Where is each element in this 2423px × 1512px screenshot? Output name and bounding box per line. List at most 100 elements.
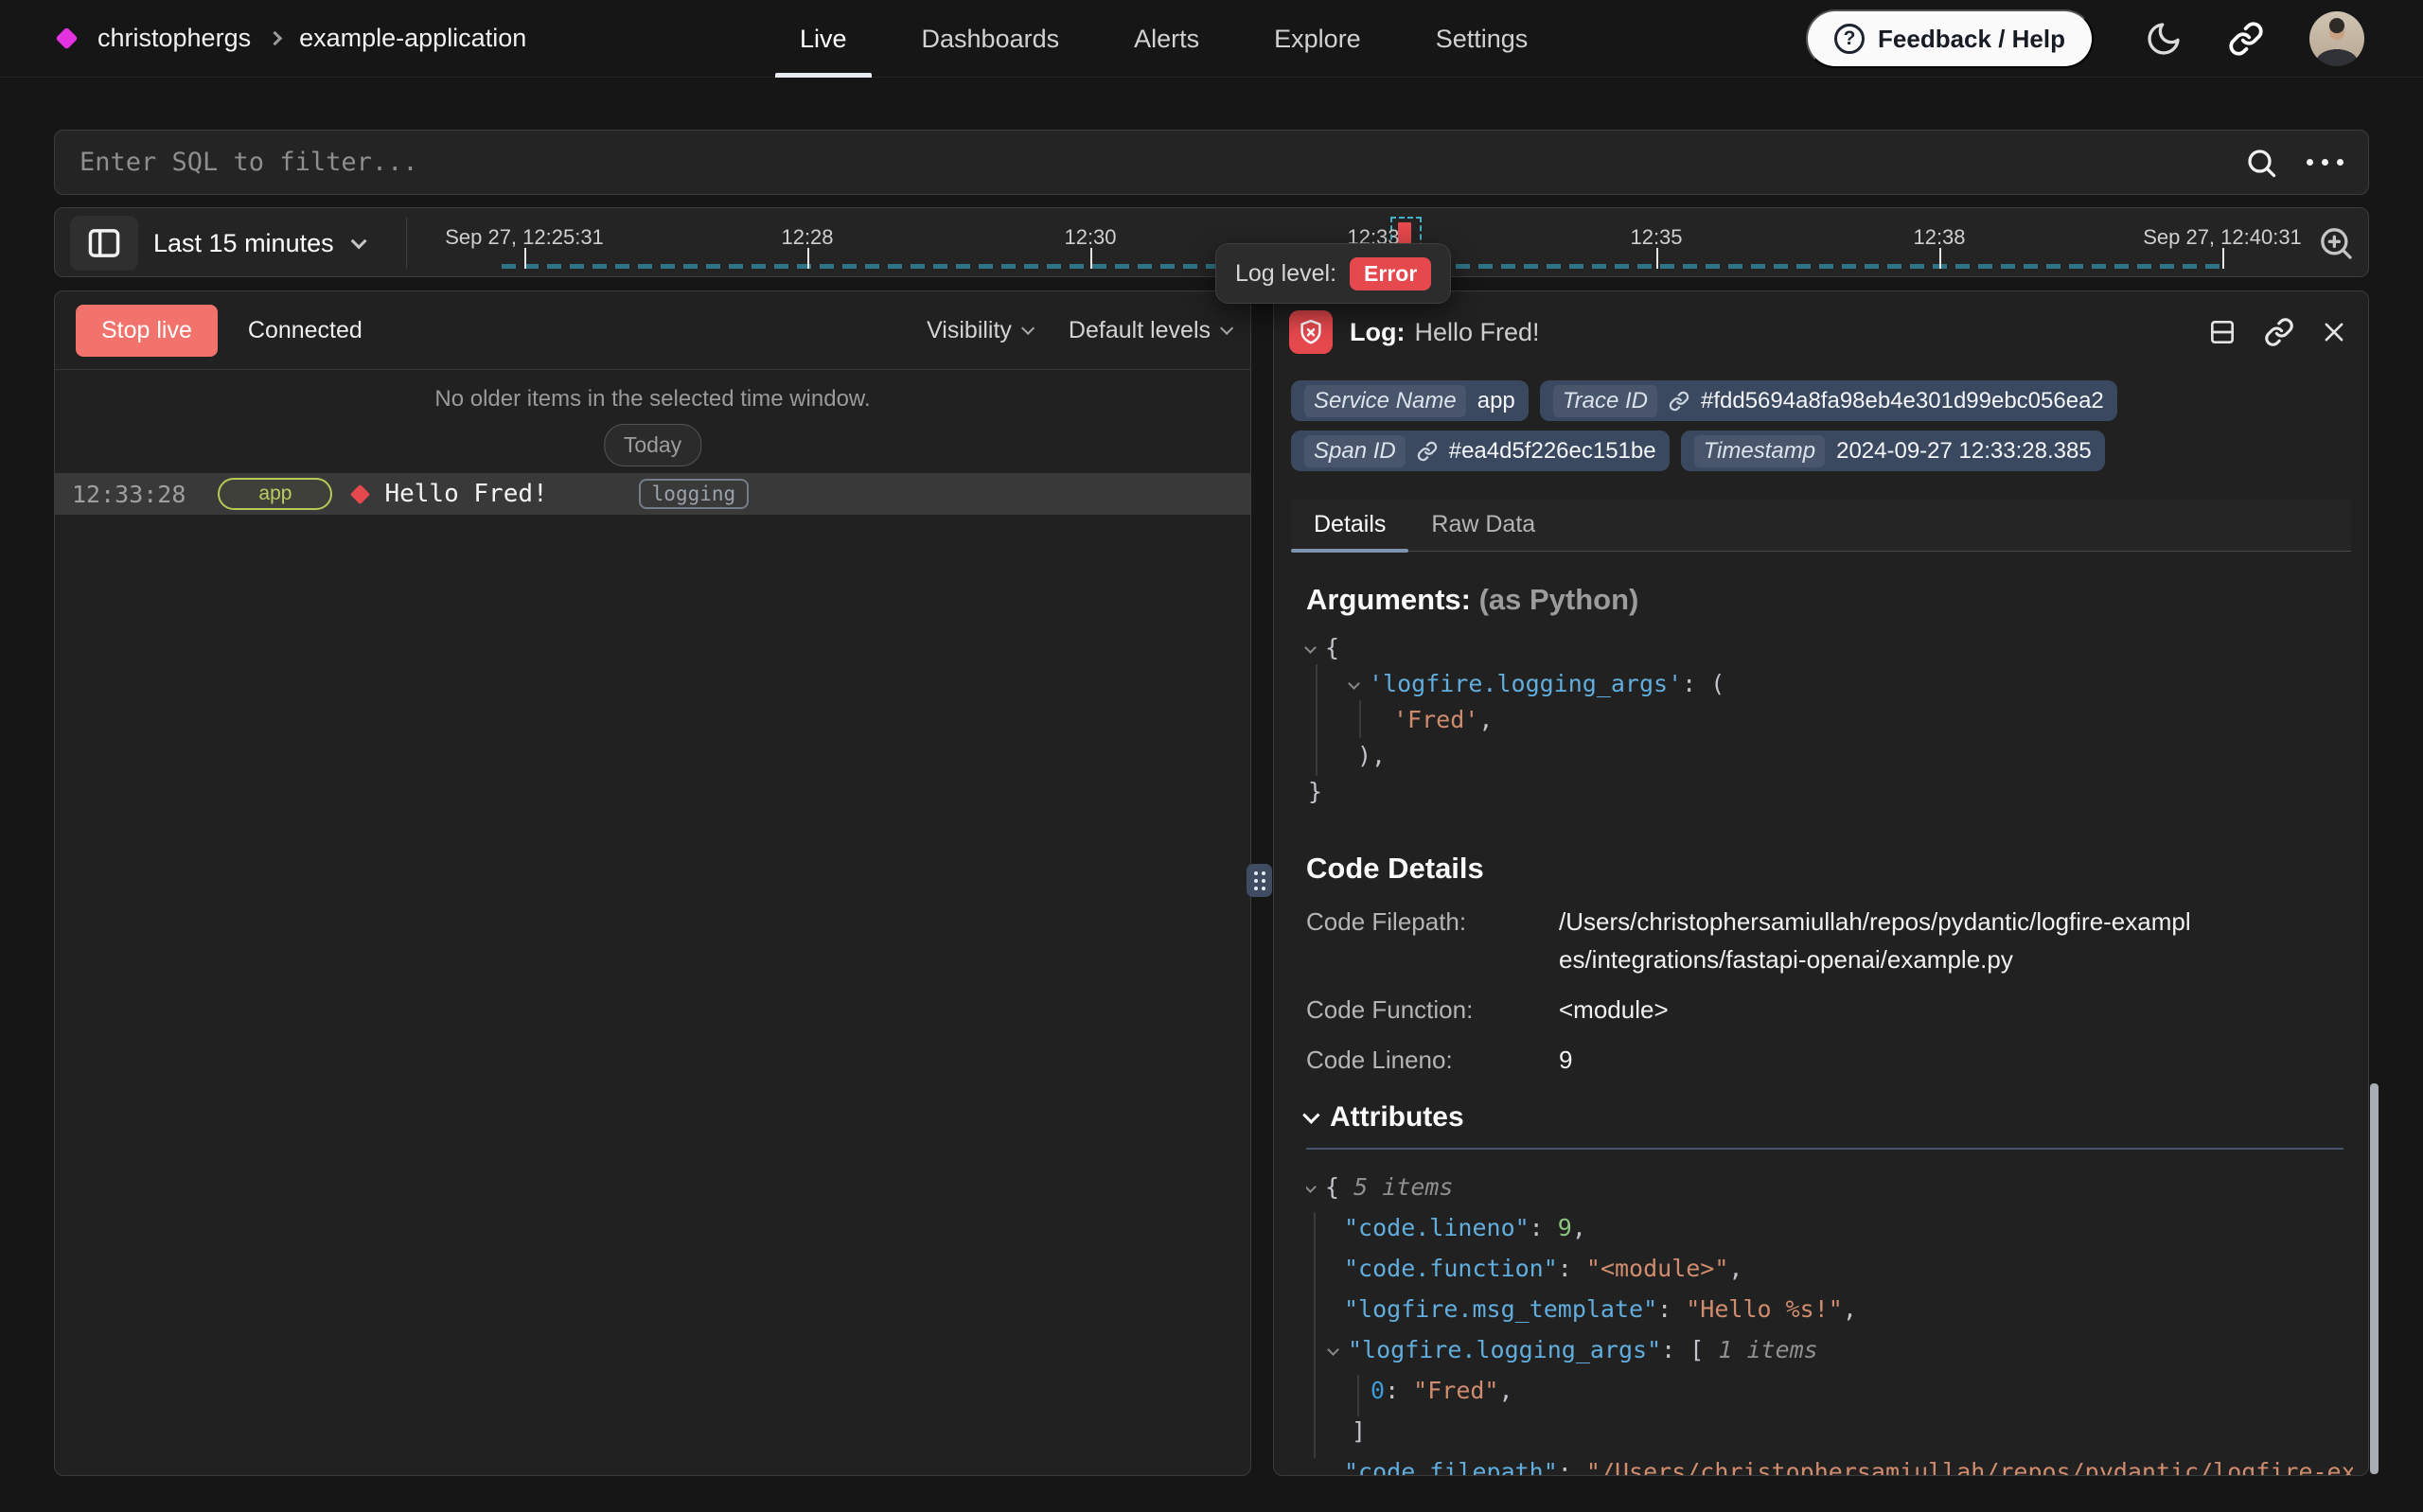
code-line: {	[1306, 630, 2353, 666]
sql-filter-bar	[54, 130, 2369, 195]
code-detail-row: Code Function:<module>	[1306, 991, 2302, 1029]
tooltip-label: Log level:	[1235, 260, 1336, 288]
code-line: ]	[1306, 1411, 2353, 1451]
timeline-tick-label: Sep 27, 12:40:31	[2143, 225, 2302, 250]
timeline-tick-label: 12:35	[1630, 225, 1682, 250]
code-detail-label: Code Function:	[1306, 991, 1559, 1029]
details-title: Hello Fred!	[1414, 318, 1539, 347]
collapse-chevron-icon[interactable]	[1306, 1181, 1317, 1193]
service-badge[interactable]: app	[218, 478, 332, 510]
chevron-down-icon	[1220, 322, 1233, 335]
link-icon	[1417, 441, 1438, 462]
code-detail-value: <module>	[1559, 991, 1669, 1029]
badge-value: 2024-09-27 12:33:28.385	[1836, 438, 2092, 465]
tab-alerts[interactable]: Alerts	[1134, 0, 1199, 78]
timeline-tick-mark	[1939, 248, 1941, 269]
tab-details[interactable]: Details	[1291, 500, 1408, 551]
feedback-help-button[interactable]: ? Feedback / Help	[1806, 9, 2094, 68]
arguments-code-block: {'logfire.logging_args': ('Fred',),}	[1306, 630, 2353, 810]
code-details-heading: Code Details	[1306, 852, 1484, 886]
connection-status: Connected	[248, 317, 363, 344]
timeline-tick-label: 12:30	[1064, 225, 1116, 250]
default-levels-dropdown[interactable]: Default levels	[1069, 317, 1229, 344]
details-header: Log: Hello Fred!	[1289, 301, 2353, 363]
badge-label: Timestamp	[1694, 435, 1825, 467]
nav-tabs: Live Dashboards Alerts Explore Settings	[800, 0, 1528, 78]
code-detail-value: 9	[1559, 1041, 1572, 1079]
code-line: 'Fred',	[1306, 702, 2353, 738]
code-detail-row: Code Filepath:/Users/christophersamiulla…	[1306, 903, 2302, 978]
code-details-rows: Code Filepath:/Users/christophersamiulla…	[1306, 903, 2302, 1091]
chevron-down-icon	[1021, 322, 1035, 335]
timeline-tick-mark	[1656, 248, 1658, 269]
live-view-panel: Stop live Connected Visibility Default l…	[54, 290, 1251, 1476]
user-avatar[interactable]	[2309, 11, 2364, 66]
tooltip-error-badge: Error	[1350, 257, 1431, 290]
zoom-in-button[interactable]	[2317, 224, 2355, 262]
breadcrumb-org[interactable]: christophergs	[97, 24, 251, 53]
search-icon[interactable]	[2244, 146, 2278, 180]
code-detail-label: Code Lineno:	[1306, 1041, 1559, 1079]
log-details-panel: Log: Hello Fred! Service Nameapp Trace ID…	[1273, 290, 2369, 1476]
panel-resize-handle[interactable]	[1247, 864, 1272, 897]
details-title-prefix: Log:	[1350, 318, 1405, 347]
badge-label: Trace ID	[1553, 385, 1657, 417]
badge-label: Span ID	[1304, 435, 1406, 467]
attributes-heading[interactable]: Attributes	[1302, 1101, 1464, 1134]
theme-toggle-moon-icon[interactable]	[2145, 20, 2183, 58]
meta-badges: Service Nameapp Trace ID #fdd5694a8fa98eb4…	[1291, 380, 2351, 471]
more-options-icon[interactable]	[2307, 159, 2343, 166]
attributes-divider	[1306, 1148, 2343, 1150]
empty-state-message: No older items in the selected time wind…	[55, 386, 1250, 413]
time-range-bar: Last 15 minutes Sep 27, 12:25:3112:2812:…	[54, 207, 2369, 277]
timeline-tick-label: 12:38	[1913, 225, 1965, 250]
details-scrollbar-thumb[interactable]	[2370, 1083, 2379, 1474]
badge-span-id[interactable]: Span ID#ea4d5f226ec151be	[1291, 431, 1670, 471]
collapse-chevron-icon[interactable]	[1327, 1344, 1339, 1356]
tab-settings[interactable]: Settings	[1436, 0, 1529, 78]
today-button[interactable]: Today	[604, 424, 701, 466]
log-row[interactable]: 12:33:28 app Hello Fred! logging	[55, 473, 1250, 515]
code-line: "logfire.logging_args": [ 1 items	[1306, 1329, 2353, 1370]
stop-live-button[interactable]: Stop live	[76, 305, 218, 357]
tab-explore[interactable]: Explore	[1274, 0, 1361, 78]
close-icon[interactable]	[2321, 319, 2347, 345]
code-line: "code.function": "<module>",	[1306, 1248, 2353, 1289]
timeline-tick-mark	[2222, 248, 2224, 269]
badge-service-name: Service Nameapp	[1291, 380, 1529, 421]
collapse-chevron-icon[interactable]	[1348, 677, 1360, 690]
copy-link-icon[interactable]	[2264, 317, 2294, 347]
badge-trace-id[interactable]: Trace ID #fdd5694a8fa98eb4e301d99ebc056ea…	[1540, 380, 2117, 421]
top-nav: christophergs example-application Live Da…	[0, 0, 2423, 78]
code-line: 0: "Fred",	[1306, 1370, 2353, 1411]
tab-raw-data[interactable]: Raw Data	[1408, 500, 1558, 551]
error-level-diamond-icon	[350, 483, 370, 503]
badge-label: Service Name	[1304, 385, 1466, 417]
live-panel-header: Stop live Connected Visibility Default l…	[55, 291, 1250, 370]
sql-filter-input[interactable]	[80, 148, 2244, 177]
log-level-tooltip: Log level: Error	[1215, 243, 1451, 304]
collapse-chevron-icon[interactable]	[1304, 642, 1317, 654]
timeline-tick-label: 12:28	[781, 225, 833, 250]
timeline-tick-mark	[807, 248, 809, 269]
visibility-dropdown[interactable]: Visibility	[927, 317, 1031, 344]
attributes-code-block: { 5 items"code.lineno": 9,"code.function…	[1306, 1167, 2353, 1476]
logging-tag[interactable]: logging	[639, 479, 750, 509]
logfire-logo-icon[interactable]	[55, 26, 78, 49]
tab-live[interactable]: Live	[800, 0, 847, 78]
app-root: christophergs example-application Live Da…	[0, 0, 2423, 1512]
question-circle-icon: ?	[1834, 24, 1865, 54]
code-detail-label: Code Filepath:	[1306, 903, 1559, 978]
error-shield-icon	[1289, 310, 1333, 354]
timeline-tick-mark	[1090, 248, 1092, 269]
breadcrumb-project[interactable]: example-application	[299, 24, 526, 53]
split-view-icon[interactable]	[2207, 317, 2237, 347]
tab-dashboards[interactable]: Dashboards	[922, 0, 1060, 78]
detail-tabs: DetailsRaw Data	[1291, 500, 2351, 552]
share-link-icon[interactable]	[2228, 21, 2264, 57]
badge-value: #fdd5694a8fa98eb4e301d99ebc056ea2	[1701, 388, 2104, 414]
badge-timestamp: Timestamp 2024-09-27 12:33:28.385	[1681, 431, 2105, 471]
collapse-chevron-icon	[1302, 1106, 1319, 1123]
arguments-heading: Arguments: (as Python)	[1306, 583, 1638, 617]
timeline-track[interactable]: Sep 27, 12:25:3112:2812:3012:3312:3512:3…	[55, 208, 2368, 276]
